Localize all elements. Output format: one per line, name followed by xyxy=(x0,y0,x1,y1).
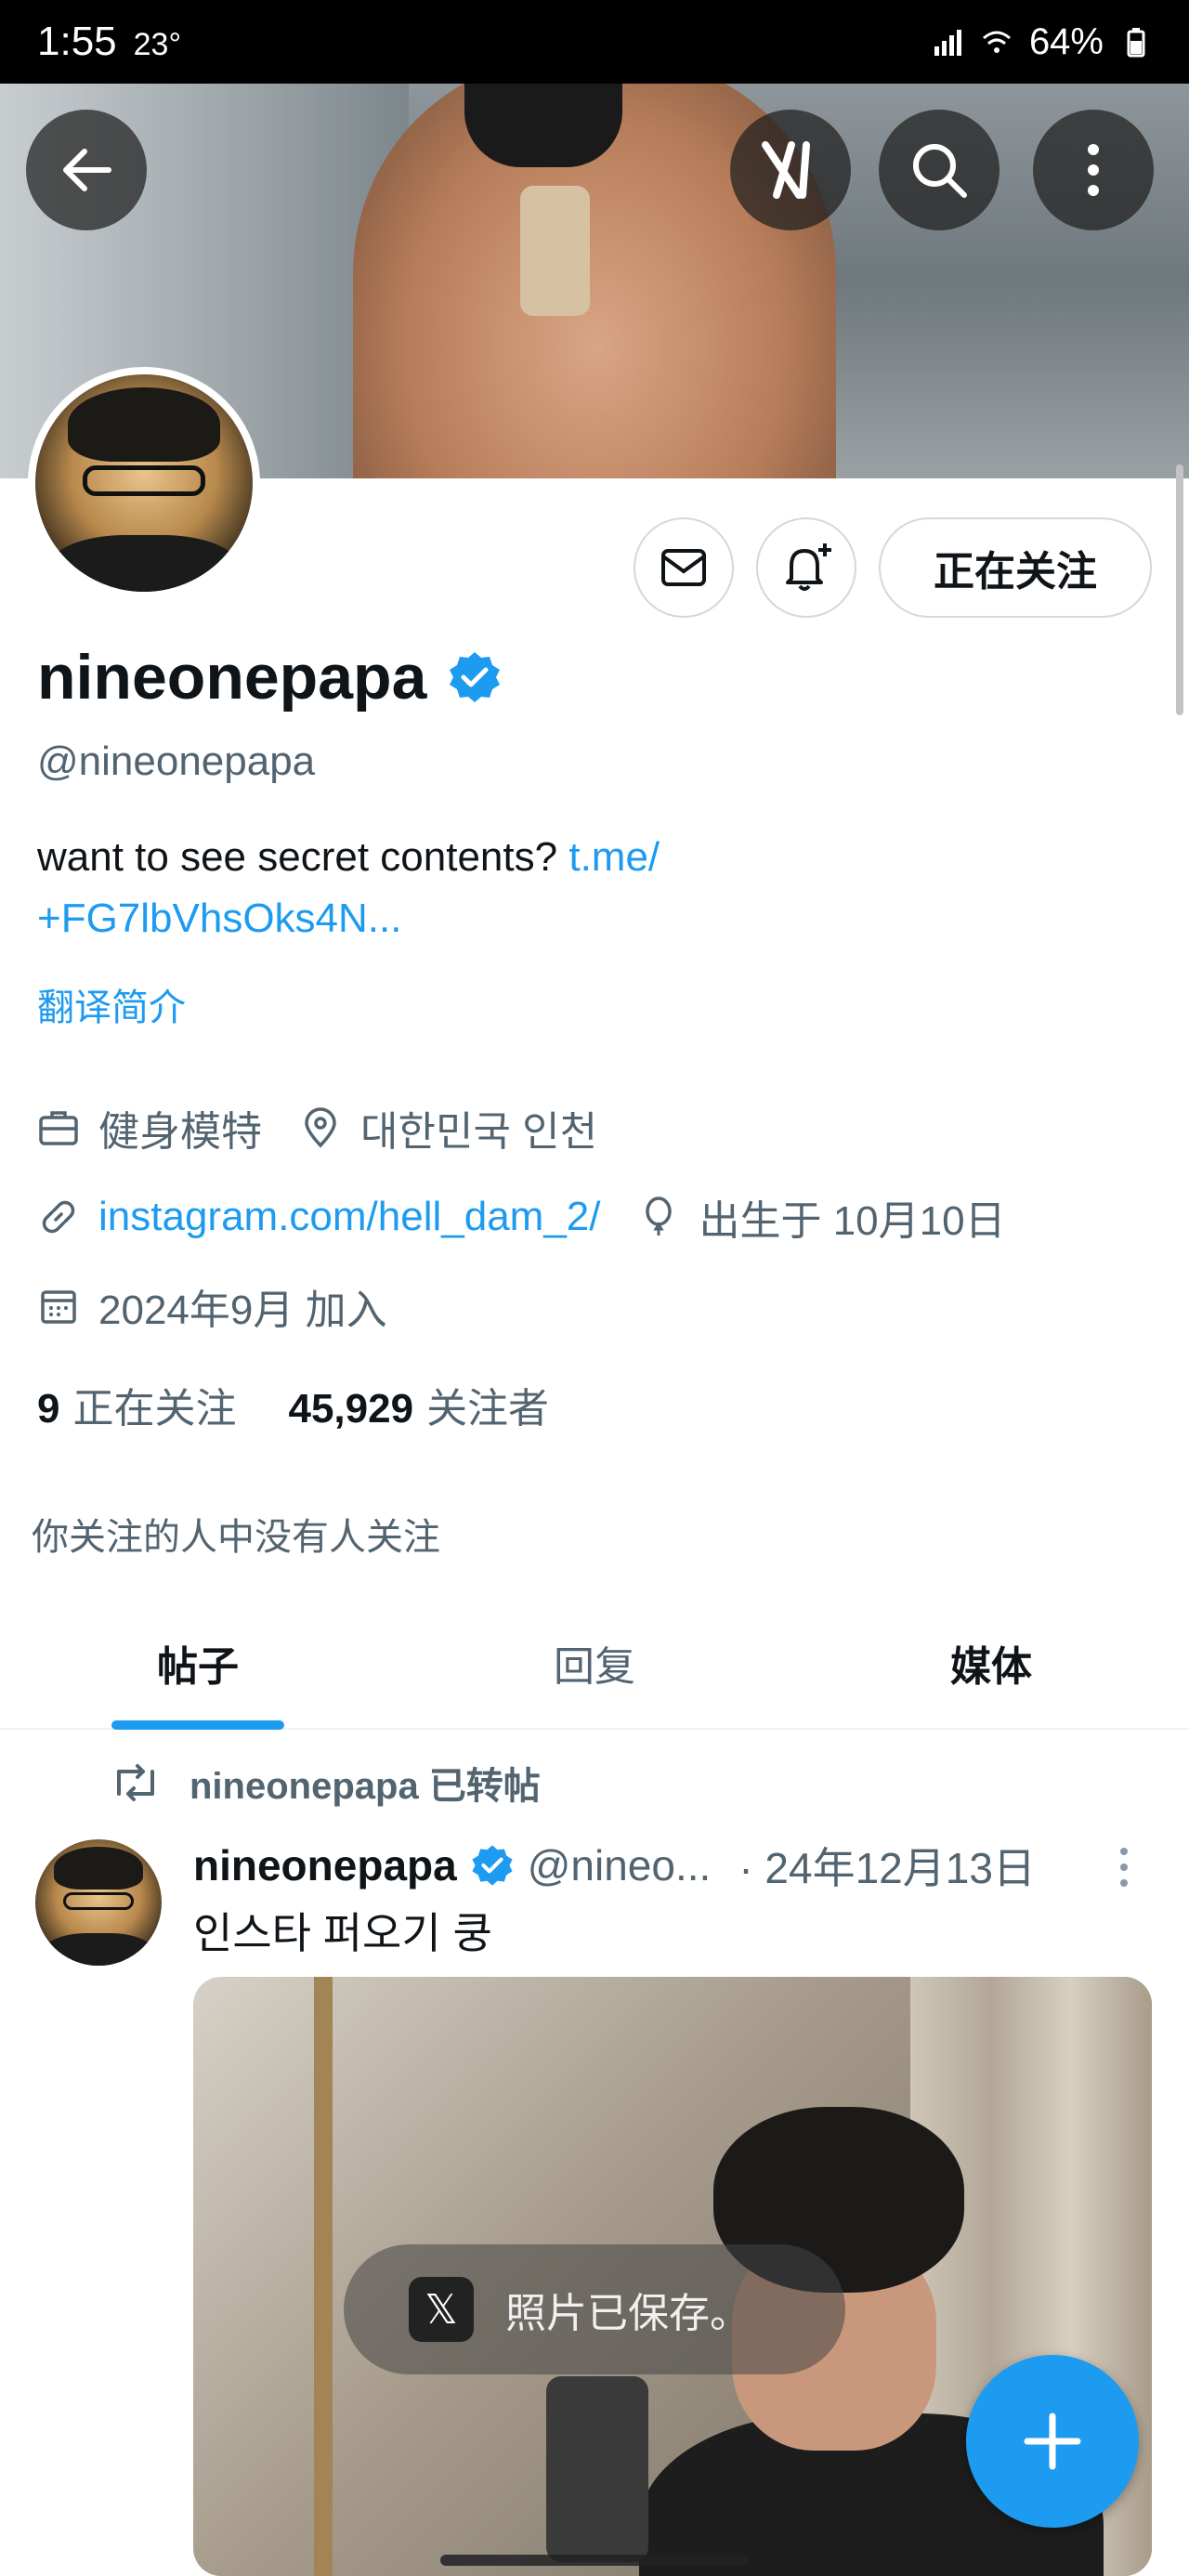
banner-phone xyxy=(520,186,590,316)
search-icon xyxy=(913,144,967,198)
home-indicator[interactable] xyxy=(440,2555,749,2566)
battery-percent: 64% xyxy=(1028,20,1104,62)
message-button[interactable] xyxy=(634,517,734,618)
tab-media-label: 媒体 xyxy=(950,1644,1032,1690)
verified-badge-icon xyxy=(472,1845,513,1886)
meta-row-2: instagram.com/hell_dam_2/ 出生于 10月10日 xyxy=(37,1187,1043,1247)
post-author-avatar[interactable] xyxy=(35,1839,162,1966)
avatar-hair xyxy=(68,387,220,462)
compose-button[interactable] xyxy=(966,2355,1139,2528)
status-temperature: 23° xyxy=(133,27,182,62)
follow-stats: 9 正在关注 45,929 关注者 xyxy=(37,1375,549,1434)
more-vertical-icon xyxy=(1088,144,1099,196)
birthday-item: 出生于 10月10日 xyxy=(637,1187,1006,1247)
bio-text: want to see secret contents? xyxy=(37,834,558,880)
x-logo-icon: 𝕏 xyxy=(409,2277,474,2342)
verified-badge-icon[interactable] xyxy=(447,649,503,705)
post-author-name[interactable]: nineonepapa xyxy=(193,1840,457,1890)
small-avatar-shirt xyxy=(41,1932,156,1966)
grok-button[interactable] xyxy=(730,110,851,230)
back-button[interactable] xyxy=(26,110,147,230)
joined-item: 2024年9月 加入 xyxy=(37,1276,387,1336)
birthday-text: 出生于 10月10日 xyxy=(699,1198,1006,1244)
grok-icon xyxy=(762,141,810,199)
following-count: 9 xyxy=(37,1386,60,1432)
following-button[interactable]: 正在关注 xyxy=(879,517,1152,618)
tab-replies[interactable]: 回复 xyxy=(396,1598,793,1728)
post-date[interactable]: · 24年12月13日 xyxy=(738,1835,1036,1896)
post-text: 인스타 퍼오기 쿵 xyxy=(193,1909,492,1957)
post-author-handle[interactable]: @nineo... xyxy=(528,1840,712,1890)
saved-toast: 𝕏 照片已保存。 xyxy=(344,2244,845,2374)
link-icon xyxy=(42,1200,75,1234)
followers-stat[interactable]: 45,929 关注者 xyxy=(288,1375,549,1434)
banner-hair xyxy=(464,84,622,167)
website-item[interactable]: instagram.com/hell_dam_2/ xyxy=(37,1194,600,1240)
media-mirror-frame xyxy=(314,1977,333,2576)
category-item: 健身模特 xyxy=(37,1098,262,1157)
small-avatar-hair xyxy=(54,1847,143,1890)
more-options-button[interactable] xyxy=(1033,110,1154,230)
toast-text: 照片已保存。 xyxy=(505,2291,751,2336)
tab-replies-label: 回复 xyxy=(554,1644,635,1690)
following-button-label: 正在关注 xyxy=(934,549,1097,595)
followers-count: 45,929 xyxy=(288,1386,414,1432)
followed-by-text: 你关注的人中没有人关注 xyxy=(32,1517,440,1558)
following-stat[interactable]: 9 正在关注 xyxy=(37,1375,236,1434)
meta-row-1: 健身模特 대한민국 인천 xyxy=(37,1098,634,1157)
website-link[interactable]: instagram.com/hell_dam_2/ xyxy=(98,1194,600,1240)
bell-plus-icon xyxy=(786,543,831,591)
profile-name-row: nineonepapa xyxy=(37,641,503,713)
bio-link-part2[interactable]: +FG7lbVhsOks4N... xyxy=(37,896,401,941)
mail-icon xyxy=(661,549,706,586)
balloon-icon xyxy=(646,1196,673,1236)
repost-icon xyxy=(117,1764,154,1801)
tab-posts[interactable]: 帖子 xyxy=(0,1598,396,1728)
scrollbar[interactable] xyxy=(1176,464,1183,715)
category-text: 健身模特 xyxy=(98,1109,262,1155)
meta-row-3: 2024年9月 加入 xyxy=(37,1276,425,1336)
followers-label: 关注者 xyxy=(426,1386,550,1432)
post-more-icon[interactable] xyxy=(1115,1844,1133,1890)
location-item: 대한민국 인천 xyxy=(299,1098,597,1157)
location-pin-icon xyxy=(305,1107,336,1148)
profile-bio: want to see secret contents? t.me/ +FG7l… xyxy=(37,827,1152,949)
media-phone xyxy=(546,2376,648,2562)
tab-media[interactable]: 媒体 xyxy=(793,1598,1189,1728)
wifi-icon xyxy=(982,31,1011,53)
bio-link-part1[interactable]: t.me/ xyxy=(568,834,660,880)
status-time: 1:55 xyxy=(37,19,117,64)
avatar-shirt xyxy=(46,535,242,592)
search-button[interactable] xyxy=(879,110,1000,230)
repost-label[interactable]: nineonepapa 已转帖 xyxy=(189,1756,541,1810)
profile-tabs: 帖子 回复 媒体 xyxy=(0,1598,1189,1730)
small-avatar-glasses xyxy=(62,1892,135,1911)
signal-icon xyxy=(934,30,961,56)
post-header: nineonepapa @nineo... · 24年12月13日 xyxy=(193,1835,1036,1896)
briefcase-icon xyxy=(39,1111,78,1145)
profile-name: nineonepapa xyxy=(37,642,427,713)
repost-indicator: nineonepapa 已转帖 xyxy=(110,1756,541,1810)
location-text: 대한민국 인천 xyxy=(360,1109,598,1155)
back-arrow-icon xyxy=(63,149,111,191)
profile-avatar[interactable] xyxy=(28,367,260,599)
following-label: 正在关注 xyxy=(72,1386,237,1432)
status-bar: 1:55 23° 64% xyxy=(0,0,1189,84)
profile-handle: @nineonepapa xyxy=(37,739,316,784)
calendar-icon xyxy=(41,1290,76,1324)
notifications-button[interactable] xyxy=(756,517,856,618)
translate-bio-link[interactable]: 翻译简介 xyxy=(37,977,186,1031)
plus-icon xyxy=(1024,2413,1081,2470)
tab-posts-label: 帖子 xyxy=(157,1644,239,1690)
battery-icon xyxy=(1127,28,1145,58)
joined-text: 2024年9月 加入 xyxy=(98,1288,387,1333)
avatar-glasses xyxy=(83,465,205,497)
